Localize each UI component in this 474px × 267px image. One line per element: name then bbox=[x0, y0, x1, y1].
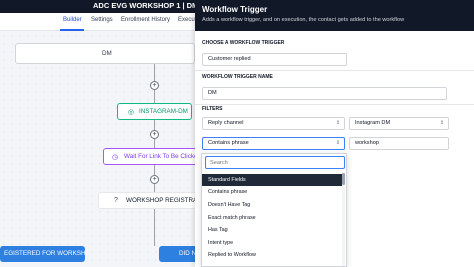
trigger-name-value: DM bbox=[208, 90, 217, 96]
filter-field-value: Reply channel bbox=[208, 120, 244, 126]
filter-phrase-input[interactable]: workshop bbox=[349, 137, 449, 150]
dropdown-scrollbar[interactable] bbox=[342, 172, 345, 266]
dropdown-option[interactable]: Contains phrase bbox=[202, 186, 342, 198]
add-step-button[interactable]: + bbox=[150, 130, 159, 139]
filter-dropdown-menu: Standard Fields Contains phrase Doesn't … bbox=[201, 153, 347, 267]
filter-phrase-value: workshop bbox=[355, 140, 379, 146]
dropdown-option[interactable]: Has Tag bbox=[202, 224, 342, 236]
filter-value-select[interactable]: Instagram DM ⇕ bbox=[349, 117, 449, 130]
action-node-instagram-dm[interactable]: ◎ INSTAGRAM-DM bbox=[117, 103, 192, 120]
divider bbox=[195, 70, 474, 71]
filter-field-value: Contains phrase bbox=[208, 140, 249, 146]
panel-header: Workflow Trigger Adds a workflow trigger… bbox=[195, 0, 474, 31]
condition-node-workshop[interactable]: ? WORKSHOP REGISTRATI bbox=[98, 192, 203, 209]
chevron-updown-icon: ⇕ bbox=[439, 120, 444, 126]
tab-bar: Builder Settings Enrollment History Exec… bbox=[0, 13, 200, 31]
trigger-select[interactable]: Customer replied bbox=[202, 53, 347, 66]
trigger-node[interactable]: DM bbox=[15, 43, 195, 64]
action-node-wait[interactable]: ◷ Wait For Link To Be Clicked bbox=[103, 148, 201, 165]
dropdown-option[interactable]: Replied to Workflow bbox=[202, 249, 342, 261]
tab-enrollment-history[interactable]: Enrollment History bbox=[121, 17, 170, 23]
add-step-button[interactable]: + bbox=[150, 81, 159, 90]
tab-settings[interactable]: Settings bbox=[91, 17, 113, 23]
branch-did-not[interactable]: DID N bbox=[159, 246, 200, 262]
connector-line bbox=[154, 209, 155, 246]
clock-icon: ◷ bbox=[112, 154, 119, 161]
tab-builder[interactable]: Builder bbox=[63, 17, 82, 23]
node-label: INSTAGRAM-DM bbox=[139, 108, 188, 115]
node-label: Wait For Link To Be Clicked bbox=[124, 153, 201, 160]
dropdown-search-input[interactable] bbox=[205, 156, 345, 169]
node-label: WORKSHOP REGISTRATI bbox=[126, 197, 203, 204]
trigger-node-label: DM bbox=[102, 50, 112, 57]
dropdown-scrollbar-thumb[interactable] bbox=[342, 173, 345, 185]
trigger-name-input[interactable]: DM bbox=[202, 87, 447, 100]
tab-execution-logs[interactable]: Execut bbox=[178, 17, 196, 23]
question-icon: ? bbox=[114, 197, 118, 204]
dropdown-option[interactable]: Standard Fields bbox=[202, 174, 342, 186]
trigger-name-label: WORKFLOW TRIGGER NAME bbox=[202, 74, 273, 80]
dropdown-option[interactable]: Doesn't Have Tag bbox=[202, 199, 342, 211]
filters-label: FILTERS bbox=[202, 106, 223, 112]
branch-registered[interactable]: EGISTERED FOR WORKSHOP bbox=[0, 246, 85, 262]
chevron-updown-icon: ⇕ bbox=[335, 120, 340, 126]
dropdown-option[interactable]: Exact match phrase bbox=[202, 212, 342, 224]
trigger-select-value: Customer replied bbox=[208, 56, 251, 62]
choose-trigger-label: CHOOSE A WORKFLOW TRIGGER bbox=[202, 40, 285, 46]
dropdown-option[interactable]: Intent type bbox=[202, 237, 342, 249]
filter-field-select[interactable]: Reply channel ⇕ bbox=[202, 117, 345, 130]
add-step-button[interactable]: + bbox=[150, 175, 159, 184]
divider bbox=[195, 104, 474, 105]
filter-value: Instagram DM bbox=[355, 120, 391, 126]
filter-field-select[interactable]: Contains phrase ⇕ bbox=[202, 137, 345, 150]
chevron-updown-icon: ⇕ bbox=[335, 140, 340, 146]
active-tab-indicator bbox=[60, 29, 84, 31]
panel-title: Workflow Trigger bbox=[202, 5, 268, 14]
panel-subtitle: Adds a workflow trigger, and on executio… bbox=[202, 17, 405, 23]
instagram-icon: ◎ bbox=[128, 109, 135, 116]
